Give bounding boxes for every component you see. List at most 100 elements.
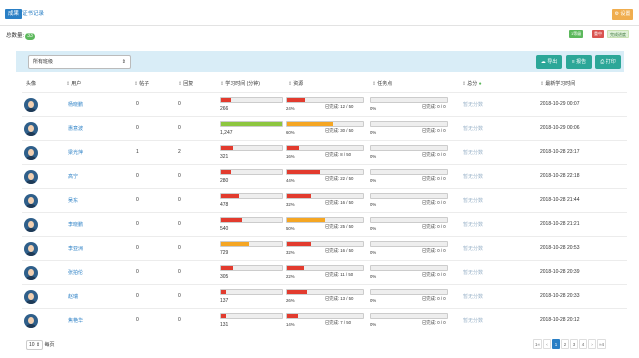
header-last-study[interactable]: ⇕最新学习时间 bbox=[540, 80, 575, 87]
resource-bar-fill bbox=[287, 98, 306, 102]
table-row: 惠意波 0 0 1,247 60% 已完成: 30 / 50 0% 已完成: 0 / 0 暂无分… bbox=[22, 116, 627, 140]
header-study-time[interactable]: ⇕学习时间 (分钟) bbox=[220, 80, 260, 87]
avatar bbox=[24, 314, 38, 328]
resource-percent: 24% bbox=[286, 106, 295, 111]
task-bar bbox=[370, 97, 448, 103]
score-value: 暂无分数 bbox=[463, 270, 484, 276]
page-button[interactable]: ‹ bbox=[543, 339, 552, 349]
replies-value: 0 bbox=[178, 221, 181, 227]
page-size-select[interactable]: 10 ⇕ bbox=[26, 340, 44, 350]
export-label: 导出 bbox=[547, 59, 558, 65]
score-value: 暂无分数 bbox=[463, 174, 484, 180]
page-size-control[interactable]: 10 ⇕ 每页 bbox=[26, 340, 55, 350]
score-value: 暂无分数 bbox=[463, 150, 484, 156]
replies-value: 0 bbox=[178, 245, 181, 251]
header-resources-label: 资源 bbox=[293, 81, 304, 87]
study-time-value: 305 bbox=[220, 274, 229, 280]
resource-bar bbox=[286, 121, 364, 127]
task-percent: 0% bbox=[370, 322, 377, 327]
user-name-link[interactable]: 焦艳华 bbox=[68, 317, 83, 324]
sort-icon: ⇕ bbox=[134, 81, 139, 87]
resource-percent: 26% bbox=[286, 298, 295, 303]
user-name-link[interactable]: 梁光萍 bbox=[68, 149, 83, 156]
avatar bbox=[24, 266, 38, 280]
avatar-shirt bbox=[25, 180, 37, 184]
resource-bar bbox=[286, 265, 364, 271]
report-button[interactable]: ≡ 报告 bbox=[566, 55, 592, 69]
user-name-link[interactable]: 李亚洲 bbox=[68, 245, 83, 252]
task-percent: 0% bbox=[370, 154, 377, 159]
header-avatar: 头像 bbox=[26, 80, 36, 87]
table-row: 张拍伦 0 0 305 22% 已完成: 11 / 50 0% 已完成: 0 / 0 暂无分数 2… bbox=[22, 260, 627, 284]
settings-button[interactable]: ⚙ 设置 bbox=[612, 9, 633, 20]
info-icon: ● bbox=[478, 81, 482, 87]
task-percent: 0% bbox=[370, 130, 377, 135]
task-bar bbox=[370, 145, 448, 151]
posts-value: 0 bbox=[136, 197, 139, 203]
user-name-link[interactable]: 惠意波 bbox=[68, 125, 83, 132]
resource-done: 已完成: 12 / 50 bbox=[325, 104, 354, 109]
legend-level: 1等级 bbox=[569, 30, 584, 38]
select-caret-icon: ⇕ bbox=[121, 59, 126, 65]
user-name-link[interactable]: 赵瑞 bbox=[68, 293, 78, 300]
print-button[interactable]: ⎙ 打印 bbox=[595, 55, 621, 69]
page-button[interactable]: 2 bbox=[561, 339, 570, 349]
resource-bar-fill bbox=[287, 218, 325, 222]
header-replies[interactable]: ⇕回复 bbox=[178, 80, 193, 87]
resource-done: 已完成: 16 / 50 bbox=[325, 200, 354, 205]
study-time-bar bbox=[220, 313, 283, 319]
export-button[interactable]: ☁ 导出 bbox=[536, 55, 562, 69]
class-select[interactable]: 所有班级 ⇕ bbox=[28, 55, 131, 69]
user-name-link[interactable]: 杨晓鹏 bbox=[68, 101, 83, 108]
header-posts[interactable]: ⇕帖子 bbox=[134, 80, 149, 87]
sort-icon: ⇕ bbox=[462, 81, 467, 87]
avatar-face bbox=[28, 125, 34, 132]
table-row: 李亚洲 0 0 729 32% 已完成: 16 / 50 0% 已完成: 0 / 0 暂无分数 2… bbox=[22, 236, 627, 260]
last-study-time: 2018-10-29 00:07 bbox=[540, 101, 580, 107]
page-button[interactable]: 1 bbox=[552, 339, 561, 349]
header-tasks[interactable]: ⇕任务点 bbox=[372, 80, 392, 87]
page-button[interactable]: 3 bbox=[570, 339, 579, 349]
header-user[interactable]: ⇕用户 bbox=[66, 80, 81, 87]
header-resources[interactable]: ⇕资源 bbox=[288, 80, 303, 87]
header-total-score[interactable]: ⇕总分 ● bbox=[462, 80, 482, 87]
header-tasks-label: 任务点 bbox=[377, 81, 393, 87]
study-time-bar-fill bbox=[221, 170, 232, 174]
avatar bbox=[24, 170, 38, 184]
resource-bar bbox=[286, 313, 364, 319]
table-row: 赵瑞 0 0 137 26% 已完成: 13 / 50 0% 已完成: 0 / 0 暂无分数 20… bbox=[22, 284, 627, 308]
resource-bar bbox=[286, 217, 364, 223]
user-name-link[interactable]: 张拍伦 bbox=[68, 269, 83, 276]
study-time-value: 321 bbox=[220, 154, 229, 160]
task-percent: 0% bbox=[370, 226, 377, 231]
avatar-face bbox=[28, 317, 34, 324]
user-name-link[interactable]: 吴东 bbox=[68, 197, 78, 204]
avatar-face bbox=[28, 245, 34, 252]
task-percent: 0% bbox=[370, 202, 377, 207]
last-study-time: 2018-10-28 20:33 bbox=[540, 293, 580, 299]
task-bar bbox=[370, 217, 448, 223]
header-avatar-label: 头像 bbox=[26, 81, 37, 87]
list-icon: ≡ bbox=[571, 59, 575, 65]
resource-percent: 50% bbox=[286, 226, 295, 231]
study-time-bar-fill bbox=[221, 290, 227, 294]
posts-value: 0 bbox=[136, 245, 139, 251]
study-time-bar-fill bbox=[221, 98, 232, 102]
user-name-link[interactable]: 李晓鹏 bbox=[68, 221, 83, 228]
task-bar bbox=[370, 169, 448, 175]
resource-bar-fill bbox=[287, 314, 298, 318]
user-name-link[interactable]: 高宁 bbox=[68, 173, 78, 180]
study-time-bar bbox=[220, 193, 283, 199]
resource-percent: 60% bbox=[286, 130, 295, 135]
study-time-bar bbox=[220, 265, 283, 271]
legend-important: 重中 bbox=[592, 30, 604, 38]
page-button[interactable]: › bbox=[588, 339, 597, 349]
page-button[interactable]: 1« bbox=[533, 339, 543, 349]
tab-certificates[interactable]: 证书记录 bbox=[19, 9, 47, 19]
study-time-value: 729 bbox=[220, 250, 229, 256]
avatar-shirt bbox=[25, 300, 37, 304]
page-button[interactable]: 4 bbox=[579, 339, 588, 349]
print-icon: ⎙ bbox=[600, 59, 605, 65]
task-done: 已完成: 0 / 0 bbox=[422, 152, 446, 157]
page-button[interactable]: »4 bbox=[597, 339, 607, 349]
